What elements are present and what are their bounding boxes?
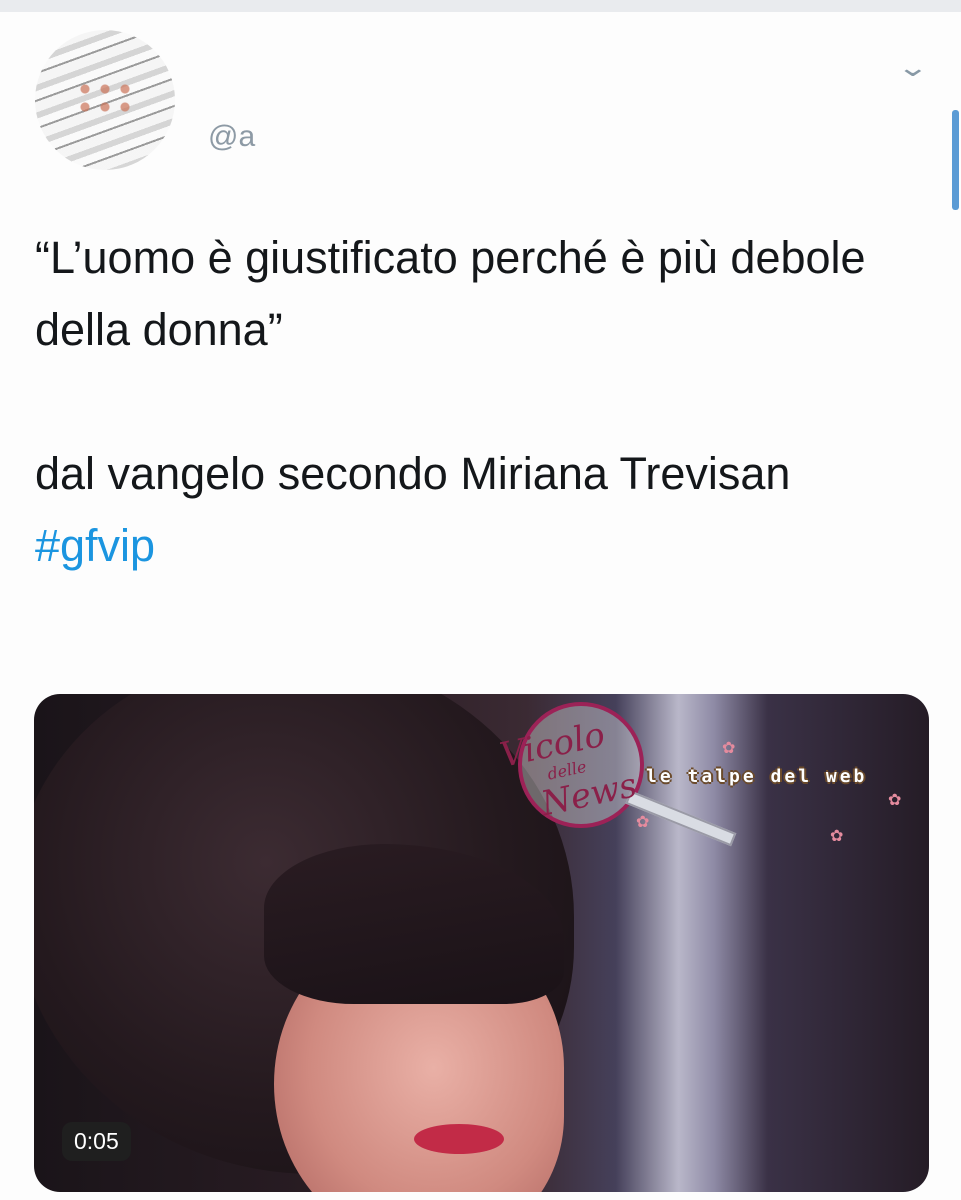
avatar[interactable] xyxy=(35,30,175,170)
tweet-text: “L’uomo è giustificato perché è più debo… xyxy=(35,222,935,582)
status-bar xyxy=(0,0,961,12)
chevron-down-icon[interactable]: ⌄ xyxy=(897,52,930,83)
tweet-line2: dal vangelo secondo Miriana Trevisan xyxy=(35,448,791,499)
video-duration-badge: 0:05 xyxy=(62,1122,131,1161)
video-frame-lips xyxy=(414,1124,504,1154)
paw-icon: ✿ xyxy=(830,828,844,845)
hashtag-link[interactable]: #gfvip xyxy=(35,510,935,582)
account-handle[interactable]: @a xyxy=(208,120,255,154)
paw-icon: ✿ xyxy=(888,792,902,809)
watermark-text: le talpe del web xyxy=(646,766,868,787)
scrollbar[interactable] xyxy=(952,110,959,210)
tweet-quote: “L’uomo è giustificato perché è più debo… xyxy=(35,232,866,355)
paw-icon: ✿ xyxy=(722,740,736,757)
paw-icon: ✿ xyxy=(636,814,650,831)
